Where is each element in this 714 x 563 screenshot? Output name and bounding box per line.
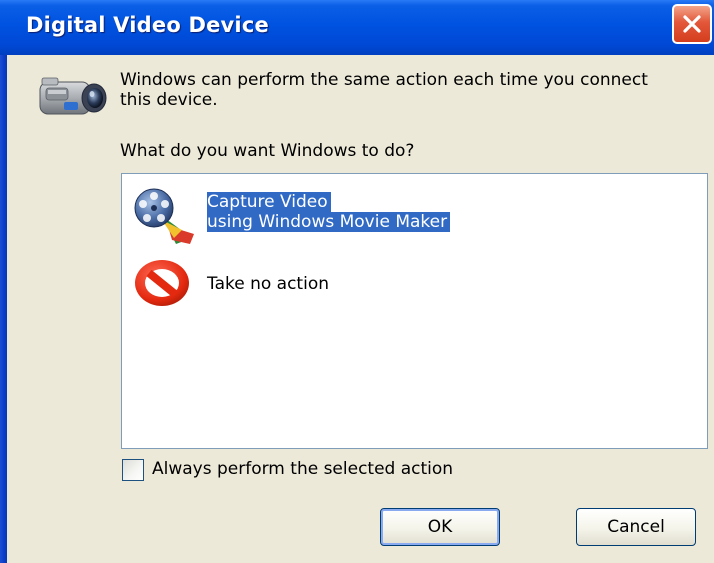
window-title: Digital Video Device	[26, 13, 269, 37]
take-no-action-label: Take no action	[207, 274, 329, 294]
action-list[interactable]: Capture Video using Windows Movie Maker …	[121, 173, 708, 449]
window-left-border	[0, 55, 7, 563]
always-perform-checkbox[interactable]	[122, 459, 144, 481]
close-button[interactable]	[672, 4, 712, 44]
dialog-window: Digital Video Device Windows can perform…	[0, 0, 714, 563]
message-text: Windows can perform the same action each…	[120, 70, 648, 110]
cancel-button[interactable]: Cancel	[576, 508, 696, 546]
video-camera-icon	[39, 77, 107, 115]
capture-video-label-line1: Capture Video	[207, 192, 331, 212]
close-icon	[683, 15, 701, 33]
ok-button[interactable]: OK	[380, 508, 500, 546]
always-perform-label: Always perform the selected action	[152, 459, 454, 479]
title-bar[interactable]: Digital Video Device	[0, 0, 714, 55]
list-item-take-no-action[interactable]: Take no action	[122, 252, 707, 312]
movie-maker-icon	[134, 188, 194, 244]
capture-video-label-line2: using Windows Movie Maker	[207, 212, 451, 232]
no-action-icon	[135, 260, 189, 306]
list-item-capture-video[interactable]: Capture Video using Windows Movie Maker	[122, 184, 707, 244]
question-text: What do you want Windows to do?	[120, 141, 415, 161]
